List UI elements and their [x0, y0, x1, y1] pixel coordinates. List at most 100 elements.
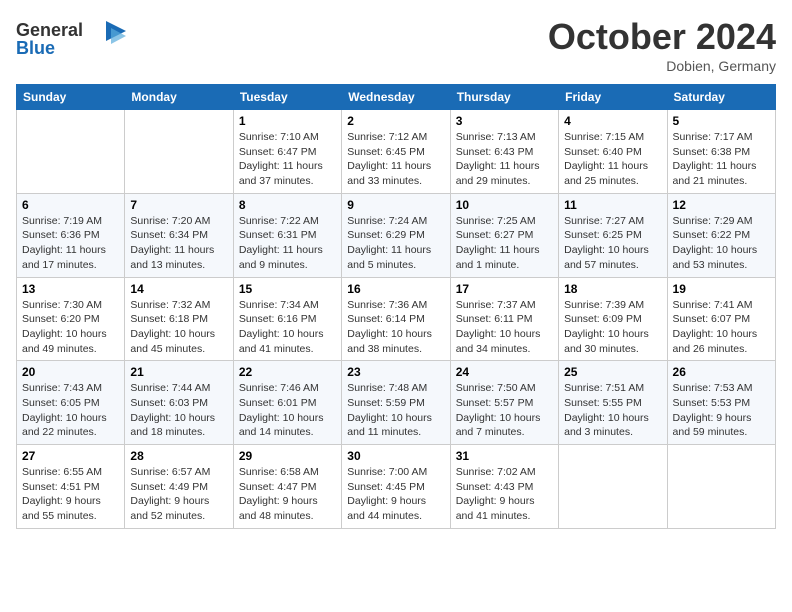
logo: General Blue	[16, 16, 126, 66]
calendar-cell: 20 Sunrise: 7:43 AMSunset: 6:05 PMDayligh…	[17, 361, 125, 445]
day-number: 21	[130, 365, 227, 379]
day-number: 29	[239, 449, 336, 463]
calendar-cell: 24Sunrise: 7:50 AMSunset: 5:57 PMDayligh…	[450, 361, 558, 445]
day-detail: Sunrise: 7:29 AMSunset: 6:22 PMDaylight:…	[673, 214, 770, 273]
day-detail: Sunrise: 7:24 AMSunset: 6:29 PMDaylight:…	[347, 214, 444, 273]
calendar-cell: 1 Sunrise: 7:10 AMSunset: 6:47 PMDaylight…	[233, 110, 341, 194]
calendar-cell	[17, 110, 125, 194]
day-detail: Sunrise: 7:48 AMSunset: 5:59 PMDaylight:…	[347, 381, 444, 440]
calendar-cell: 26Sunrise: 7:53 AMSunset: 5:53 PMDayligh…	[667, 361, 775, 445]
day-detail: Sunrise: 7:37 AMSunset: 6:11 PMDaylight:…	[456, 298, 553, 357]
day-detail: Sunrise: 7:32 AMSunset: 6:18 PMDaylight:…	[130, 298, 227, 357]
day-number: 22	[239, 365, 336, 379]
day-detail: Sunrise: 6:57 AMSunset: 4:49 PMDaylight:…	[130, 465, 227, 524]
day-number: 12	[673, 198, 770, 212]
day-number: 2	[347, 114, 444, 128]
calendar-week-4: 20 Sunrise: 7:43 AMSunset: 6:05 PMDayligh…	[17, 361, 776, 445]
day-number: 13	[22, 282, 119, 296]
calendar-cell: 2 Sunrise: 7:12 AMSunset: 6:45 PMDaylight…	[342, 110, 450, 194]
day-detail: Sunrise: 7:20 AMSunset: 6:34 PMDaylight:…	[130, 214, 227, 273]
calendar-cell: 5 Sunrise: 7:17 AMSunset: 6:38 PMDaylight…	[667, 110, 775, 194]
day-number: 6	[22, 198, 119, 212]
day-number: 10	[456, 198, 553, 212]
day-detail: Sunrise: 7:43 AMSunset: 6:05 PMDaylight:…	[22, 381, 119, 440]
day-number: 31	[456, 449, 553, 463]
calendar-body: 1 Sunrise: 7:10 AMSunset: 6:47 PMDaylight…	[17, 110, 776, 529]
day-detail: Sunrise: 6:58 AMSunset: 4:47 PMDaylight:…	[239, 465, 336, 524]
calendar-cell: 27 Sunrise: 6:55 AMSunset: 4:51 PMDayligh…	[17, 445, 125, 529]
calendar-cell	[667, 445, 775, 529]
day-detail: Sunrise: 7:17 AMSunset: 6:38 PMDaylight:…	[673, 130, 770, 189]
day-detail: Sunrise: 7:10 AMSunset: 6:47 PMDaylight:…	[239, 130, 336, 189]
calendar-cell: 13Sunrise: 7:30 AMSunset: 6:20 PMDayligh…	[17, 277, 125, 361]
day-number: 5	[673, 114, 770, 128]
day-number: 24	[456, 365, 553, 379]
calendar-cell: 18 Sunrise: 7:39 AMSunset: 6:09 PMDayligh…	[559, 277, 667, 361]
calendar-cell: 6 Sunrise: 7:19 AMSunset: 6:36 PMDaylight…	[17, 193, 125, 277]
weekday-header-friday: Friday	[559, 85, 667, 110]
day-detail: Sunrise: 7:13 AMSunset: 6:43 PMDaylight:…	[456, 130, 553, 189]
day-detail: Sunrise: 7:22 AMSunset: 6:31 PMDaylight:…	[239, 214, 336, 273]
day-number: 20	[22, 365, 119, 379]
calendar-cell	[559, 445, 667, 529]
day-number: 14	[130, 282, 227, 296]
logo-text: General Blue	[16, 16, 126, 66]
calendar-week-5: 27 Sunrise: 6:55 AMSunset: 4:51 PMDayligh…	[17, 445, 776, 529]
svg-text:General: General	[16, 20, 83, 40]
day-detail: Sunrise: 7:34 AMSunset: 6:16 PMDaylight:…	[239, 298, 336, 357]
day-number: 8	[239, 198, 336, 212]
svg-text:Blue: Blue	[16, 38, 55, 58]
calendar-cell: 7 Sunrise: 7:20 AMSunset: 6:34 PMDaylight…	[125, 193, 233, 277]
day-number: 30	[347, 449, 444, 463]
calendar-cell: 16Sunrise: 7:36 AMSunset: 6:14 PMDayligh…	[342, 277, 450, 361]
day-number: 23	[347, 365, 444, 379]
calendar-week-2: 6 Sunrise: 7:19 AMSunset: 6:36 PMDaylight…	[17, 193, 776, 277]
weekday-header-thursday: Thursday	[450, 85, 558, 110]
page-header: General Blue October 2024 Dobien, German…	[16, 16, 776, 74]
day-detail: Sunrise: 7:00 AMSunset: 4:45 PMDaylight:…	[347, 465, 444, 524]
calendar-cell: 8 Sunrise: 7:22 AMSunset: 6:31 PMDaylight…	[233, 193, 341, 277]
day-number: 3	[456, 114, 553, 128]
day-number: 15	[239, 282, 336, 296]
day-number: 11	[564, 198, 661, 212]
calendar-cell: 21 Sunrise: 7:44 AMSunset: 6:03 PMDayligh…	[125, 361, 233, 445]
calendar-cell: 22 Sunrise: 7:46 AMSunset: 6:01 PMDayligh…	[233, 361, 341, 445]
calendar-table: SundayMondayTuesdayWednesdayThursdayFrid…	[16, 84, 776, 529]
calendar-cell: 11Sunrise: 7:27 AMSunset: 6:25 PMDayligh…	[559, 193, 667, 277]
day-number: 18	[564, 282, 661, 296]
weekday-header-monday: Monday	[125, 85, 233, 110]
day-detail: Sunrise: 7:25 AMSunset: 6:27 PMDaylight:…	[456, 214, 553, 273]
calendar-cell: 31 Sunrise: 7:02 AMSunset: 4:43 PMDayligh…	[450, 445, 558, 529]
day-number: 25	[564, 365, 661, 379]
day-detail: Sunrise: 7:15 AMSunset: 6:40 PMDaylight:…	[564, 130, 661, 189]
day-detail: Sunrise: 6:55 AMSunset: 4:51 PMDaylight:…	[22, 465, 119, 524]
day-number: 28	[130, 449, 227, 463]
weekday-header-saturday: Saturday	[667, 85, 775, 110]
calendar-cell: 9 Sunrise: 7:24 AMSunset: 6:29 PMDaylight…	[342, 193, 450, 277]
calendar-cell: 23 Sunrise: 7:48 AMSunset: 5:59 PMDayligh…	[342, 361, 450, 445]
calendar-cell: 17Sunrise: 7:37 AMSunset: 6:11 PMDayligh…	[450, 277, 558, 361]
calendar-cell: 14 Sunrise: 7:32 AMSunset: 6:18 PMDayligh…	[125, 277, 233, 361]
day-detail: Sunrise: 7:46 AMSunset: 6:01 PMDaylight:…	[239, 381, 336, 440]
location: Dobien, Germany	[548, 58, 776, 74]
calendar-cell: 4Sunrise: 7:15 AMSunset: 6:40 PMDaylight…	[559, 110, 667, 194]
calendar-cell: 12 Sunrise: 7:29 AMSunset: 6:22 PMDayligh…	[667, 193, 775, 277]
weekday-header-row: SundayMondayTuesdayWednesdayThursdayFrid…	[17, 85, 776, 110]
day-detail: Sunrise: 7:19 AMSunset: 6:36 PMDaylight:…	[22, 214, 119, 273]
day-number: 16	[347, 282, 444, 296]
day-detail: Sunrise: 7:41 AMSunset: 6:07 PMDaylight:…	[673, 298, 770, 357]
day-detail: Sunrise: 7:44 AMSunset: 6:03 PMDaylight:…	[130, 381, 227, 440]
day-number: 7	[130, 198, 227, 212]
day-detail: Sunrise: 7:39 AMSunset: 6:09 PMDaylight:…	[564, 298, 661, 357]
calendar-week-3: 13Sunrise: 7:30 AMSunset: 6:20 PMDayligh…	[17, 277, 776, 361]
day-number: 27	[22, 449, 119, 463]
day-detail: Sunrise: 7:12 AMSunset: 6:45 PMDaylight:…	[347, 130, 444, 189]
weekday-header-tuesday: Tuesday	[233, 85, 341, 110]
day-detail: Sunrise: 7:02 AMSunset: 4:43 PMDaylight:…	[456, 465, 553, 524]
calendar-cell: 10 Sunrise: 7:25 AMSunset: 6:27 PMDayligh…	[450, 193, 558, 277]
day-number: 9	[347, 198, 444, 212]
day-number: 19	[673, 282, 770, 296]
calendar-cell: 25Sunrise: 7:51 AMSunset: 5:55 PMDayligh…	[559, 361, 667, 445]
day-number: 1	[239, 114, 336, 128]
calendar-week-1: 1 Sunrise: 7:10 AMSunset: 6:47 PMDaylight…	[17, 110, 776, 194]
